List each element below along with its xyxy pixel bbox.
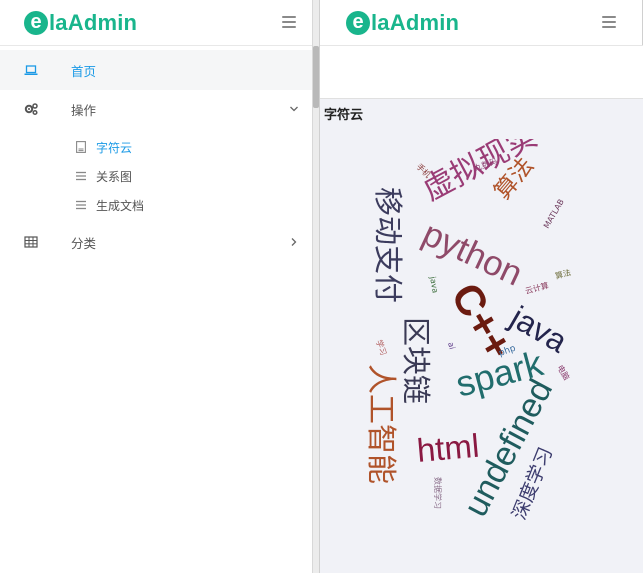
sidebar-brand: e laAdmin	[0, 0, 312, 46]
cloud-word: 人工智能	[363, 364, 398, 484]
sidebar: e laAdmin 首页 操作 字符云 关系图 生成文档 分类	[0, 0, 312, 573]
word-cloud: 虚拟现实 移动支付 区块链 人工智能 python C++ java spark…	[363, 139, 574, 523]
content-area: 字符云 虚拟现实 移动支付 区块链 人工智能 python C++ java s…	[320, 99, 643, 573]
logo-text: laAdmin	[49, 10, 138, 35]
cloud-word: 区块链	[399, 317, 433, 404]
sidebar-item-label: 操作	[71, 102, 97, 118]
cloud-word: MATLAB	[542, 198, 566, 230]
cloud-word: ai	[446, 341, 457, 350]
logo[interactable]: e laAdmin	[346, 10, 459, 36]
cloud-word: 学习	[374, 338, 389, 356]
logo-mark: e	[346, 11, 370, 35]
file-icon	[76, 141, 86, 153]
bars-icon	[76, 200, 86, 210]
card-title: 字符云	[324, 108, 364, 123]
sidebar-subitem-label: 字符云	[96, 141, 133, 155]
cloud-word: java	[428, 275, 440, 294]
sidebar-item-category[interactable]: 分类	[0, 222, 312, 262]
sidebar-item-label: 分类	[71, 235, 97, 251]
sidebar-subitem-label: 关系图	[96, 170, 133, 184]
sidebar-item-label: 首页	[71, 63, 97, 79]
cloud-word: 云计算	[524, 280, 550, 296]
sidebar-subitem-label: 生成文档	[96, 199, 145, 213]
logo-text: laAdmin	[371, 10, 460, 35]
chevron-down-icon[interactable]	[289, 104, 299, 114]
sidebar-subitem-generate-doc[interactable]: 生成文档	[0, 192, 312, 218]
cloud-word: 电脑	[555, 363, 572, 382]
menu-toggle-icon[interactable]	[282, 16, 296, 28]
laptop-icon	[24, 65, 38, 75]
scrollbar-thumb[interactable]	[313, 46, 319, 108]
table-icon	[24, 236, 38, 248]
cloud-word: html	[415, 427, 480, 469]
sidebar-item-operations[interactable]: 操作	[0, 89, 312, 129]
bars-icon	[76, 171, 86, 181]
logo-mark: e	[24, 11, 48, 35]
main-header: e laAdmin	[320, 0, 643, 46]
top-bar	[320, 46, 643, 99]
chevron-right-icon[interactable]	[289, 237, 299, 247]
cloud-word: 算法	[554, 267, 572, 281]
menu-toggle-icon[interactable]	[602, 16, 616, 28]
main-panel: e laAdmin 字符云 虚拟现实 移动支付 区块链 人工智能 python …	[320, 0, 643, 573]
cloud-word: 数据学习	[433, 477, 443, 509]
sidebar-item-home[interactable]: 首页	[0, 50, 312, 90]
sidebar-subitem-relation-graph[interactable]: 关系图	[0, 163, 312, 189]
sidebar-subitem-wordcloud[interactable]: 字符云	[0, 134, 312, 160]
cogs-icon	[24, 103, 38, 116]
cloud-word: 移动支付	[371, 187, 405, 303]
logo[interactable]: e laAdmin	[24, 10, 137, 36]
